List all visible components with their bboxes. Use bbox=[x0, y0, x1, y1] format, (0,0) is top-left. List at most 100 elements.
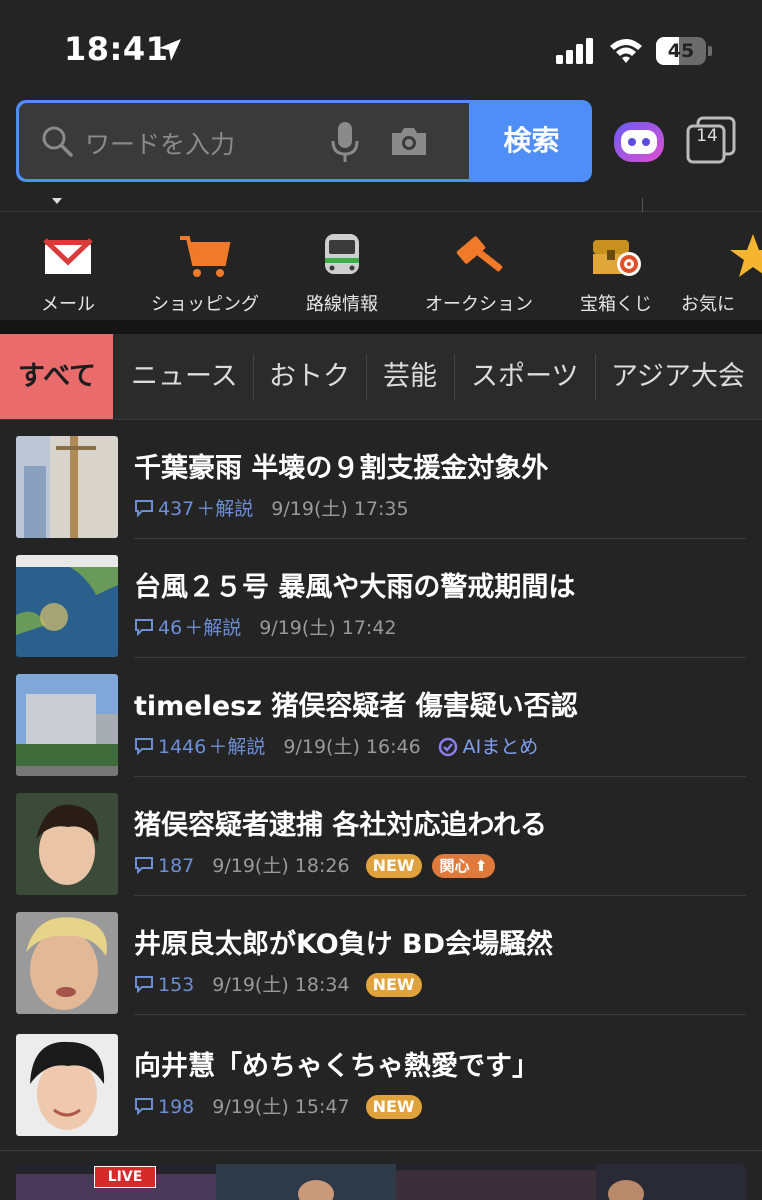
clock: 18:41 bbox=[64, 30, 169, 68]
category-tabs: すべて ニュース おトク 芸能 スポーツ アジア大会 bbox=[0, 334, 762, 420]
news-thumbnail bbox=[16, 1034, 118, 1136]
news-date: 9/19(土) 17:35 bbox=[271, 498, 409, 520]
battery-indicator: 45 bbox=[656, 37, 712, 65]
comment-icon bbox=[135, 976, 153, 993]
news-meta: 1446 ＋解説 9/19(土) 16:46 AIまとめ bbox=[134, 732, 538, 758]
quick-link-mail[interactable]: メール bbox=[0, 214, 136, 320]
comment-icon bbox=[135, 738, 153, 755]
quick-links: メール ショッピング 路線情報 オークション 宝箱くじ お気に bbox=[0, 214, 762, 320]
cellular-signal-icon bbox=[556, 38, 593, 64]
news-meta: 46 ＋解説 9/19(土) 17:42 bbox=[134, 613, 397, 639]
shopping-cart-icon bbox=[180, 236, 231, 277]
train-icon bbox=[325, 234, 359, 274]
tab-divider bbox=[595, 354, 596, 400]
tab-sports[interactable]: スポーツ bbox=[471, 334, 578, 419]
microphone-icon[interactable] bbox=[329, 121, 361, 163]
row-divider bbox=[134, 1014, 746, 1015]
news-date: 9/19(土) 18:26 bbox=[212, 855, 350, 877]
interest-badge: 関心 ⬆ bbox=[431, 854, 496, 878]
mail-icon bbox=[43, 238, 93, 274]
comment-icon bbox=[135, 619, 153, 636]
quick-link-label: オークション bbox=[425, 294, 533, 315]
search-button[interactable]: 検索 bbox=[471, 100, 592, 182]
comment-count: 198 bbox=[158, 1096, 195, 1118]
news-date: 9/19(土) 17:42 bbox=[259, 617, 397, 639]
search-input[interactable]: ワードを入力 bbox=[19, 103, 469, 179]
news-thumbnail bbox=[16, 436, 118, 538]
news-thumbnail bbox=[16, 674, 118, 776]
search-bar: ワードを入力 検索 bbox=[16, 100, 592, 182]
search-placeholder: ワードを入力 bbox=[85, 130, 236, 159]
news-meta: 187 9/19(土) 18:26 NEW 関心 ⬆ bbox=[134, 851, 496, 878]
quick-link-train[interactable]: 路線情報 bbox=[284, 214, 400, 320]
section-gap bbox=[0, 320, 762, 334]
tab-entertainment[interactable]: 芸能 bbox=[383, 334, 437, 419]
news-date: 9/19(土) 18:34 bbox=[212, 974, 350, 996]
comment-count: 1446 bbox=[158, 736, 207, 758]
interest-badge-label: 関心 bbox=[439, 857, 470, 875]
news-headline: 千葉豪雨 半壊の９割支援金対象外 bbox=[134, 453, 549, 484]
comment-icon bbox=[135, 500, 153, 517]
wifi-icon bbox=[610, 39, 642, 63]
status-bar: 18:41 45 bbox=[0, 0, 762, 96]
ai-assistant-icon[interactable] bbox=[612, 116, 666, 166]
location-arrow-icon bbox=[159, 39, 181, 61]
news-thumbnail bbox=[16, 793, 118, 895]
news-headline: timelesz 猪俣容疑者 傷害疑い否認 bbox=[134, 691, 578, 722]
news-thumbnail bbox=[16, 555, 118, 657]
news-meta: 198 9/19(土) 15:47 NEW bbox=[134, 1092, 422, 1119]
news-headline: 猪俣容疑者逮捕 各社対応追われる bbox=[134, 810, 548, 841]
ai-summary-label: AIまとめ bbox=[462, 736, 539, 758]
news-item[interactable]: 向井慧「めちゃくちゃ熱愛です」 198 9/19(土) 15:47 NEW bbox=[0, 1018, 762, 1150]
news-headline: 向井慧「めちゃくちゃ熱愛です」 bbox=[134, 1051, 539, 1082]
divider bbox=[642, 198, 643, 212]
star-icon bbox=[730, 234, 762, 277]
quick-link-label: 路線情報 bbox=[306, 294, 378, 315]
quick-link-label: ショッピング bbox=[151, 294, 259, 315]
news-headline: 井原良太郎がKO負け BD会場騒然 bbox=[134, 929, 554, 960]
news-item[interactable]: timelesz 猪俣容疑者 傷害疑い否認 1446 ＋解説 9/19(土) 16:… bbox=[0, 658, 762, 777]
news-date: 9/19(土) 15:47 bbox=[212, 1096, 350, 1118]
caret-down-icon[interactable] bbox=[52, 198, 62, 204]
quick-link-auction[interactable]: オークション bbox=[400, 214, 558, 320]
treasure-chest-icon bbox=[593, 240, 641, 276]
tab-deals[interactable]: おトク bbox=[269, 334, 350, 419]
new-badge: NEW bbox=[365, 1095, 422, 1119]
commentary-label: ＋解説 bbox=[208, 736, 266, 758]
news-item[interactable]: 井原良太郎がKO負け BD会場騒然 153 9/19(土) 18:34 NEW bbox=[0, 896, 762, 1015]
tab-news[interactable]: ニュース bbox=[131, 334, 238, 419]
news-meta: 153 9/19(土) 18:34 NEW bbox=[134, 970, 422, 997]
search-icon bbox=[42, 126, 73, 157]
news-item[interactable]: 台風２５号 暴風や大雨の警戒期間は 46 ＋解説 9/19(土) 17:42 bbox=[0, 539, 762, 658]
tab-asian-games[interactable]: アジア大会 bbox=[611, 334, 745, 419]
comment-icon bbox=[135, 857, 153, 874]
ai-summary-icon bbox=[438, 737, 457, 757]
live-badge: LIVE bbox=[94, 1166, 156, 1188]
divider bbox=[0, 1150, 762, 1151]
battery-percent: 45 bbox=[667, 40, 695, 62]
commentary-label: ＋解説 bbox=[184, 617, 242, 639]
arrow-up-icon: ⬆ bbox=[469, 857, 488, 875]
tab-divider bbox=[253, 354, 254, 400]
header-strip bbox=[0, 196, 762, 212]
new-badge: NEW bbox=[365, 854, 422, 878]
quick-link-favorites[interactable]: お気に bbox=[674, 214, 762, 320]
tab-divider bbox=[366, 354, 367, 400]
camera-icon[interactable] bbox=[389, 125, 429, 157]
live-banner[interactable]: LIVE bbox=[16, 1164, 746, 1200]
news-thumbnail bbox=[16, 912, 118, 1014]
tab-all[interactable]: すべて bbox=[0, 334, 113, 419]
tabs-count: 14 bbox=[696, 126, 718, 146]
auction-hammer-icon bbox=[456, 236, 503, 272]
news-item[interactable]: 猪俣容疑者逮捕 各社対応追われる 187 9/19(土) 18:26 NEW 関心 ⬆ bbox=[0, 777, 762, 896]
comment-count: 153 bbox=[158, 974, 195, 996]
news-headline: 台風２５号 暴風や大雨の警戒期間は bbox=[134, 572, 576, 603]
commentary-label: ＋解説 bbox=[196, 498, 254, 520]
news-meta: 437 ＋解説 9/19(土) 17:35 bbox=[134, 494, 409, 520]
news-date: 9/19(土) 16:46 bbox=[283, 736, 421, 758]
comment-icon bbox=[135, 1098, 153, 1115]
ai-summary-link[interactable]: AIまとめ bbox=[437, 736, 539, 758]
comment-count: 46 bbox=[158, 617, 183, 639]
news-item[interactable]: 千葉豪雨 半壊の９割支援金対象外 437 ＋解説 9/19(土) 17:35 bbox=[0, 420, 762, 539]
quick-link-shopping[interactable]: ショッピング bbox=[126, 214, 284, 320]
